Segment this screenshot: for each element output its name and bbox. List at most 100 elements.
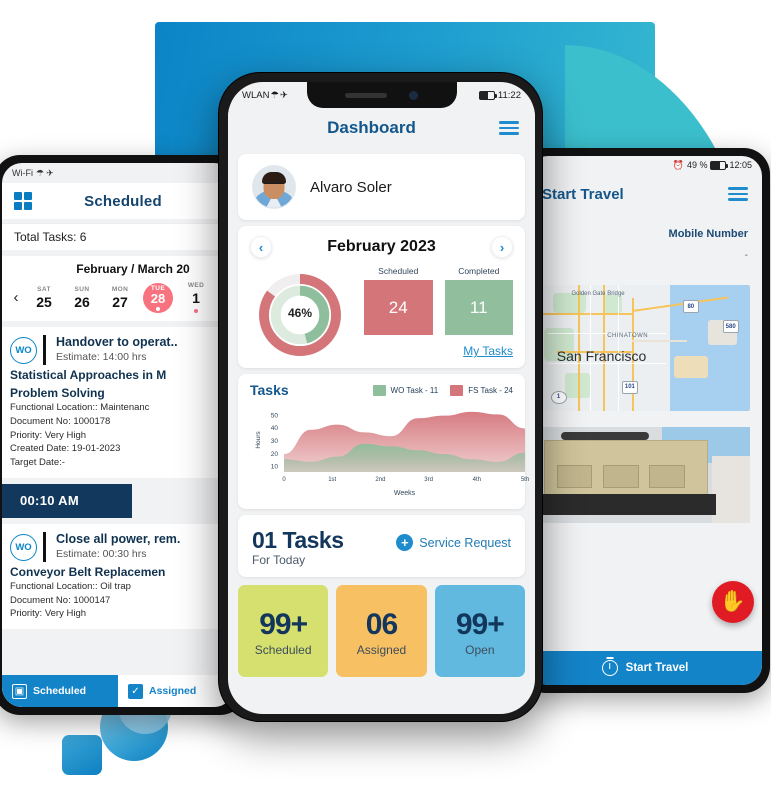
- avatar[interactable]: [252, 165, 296, 209]
- donut-percent-label: 46%: [287, 306, 313, 320]
- photo-grille: [556, 465, 593, 489]
- tile-value-open: 99+: [455, 607, 505, 641]
- calendar-day-dow: MON: [111, 285, 129, 293]
- calendar-day-dow: WED: [187, 282, 205, 289]
- left-calendar-days: ‹ SAT 25 SUN 26 MON 27 TUE 28 WED 1: [2, 276, 234, 315]
- start-travel-button[interactable]: Start Travel: [528, 651, 762, 685]
- profile-name: Alvaro Soler: [310, 178, 392, 196]
- stat-box-scheduled[interactable]: 24: [364, 280, 433, 335]
- mobile-number-field[interactable]: Mobile Number -: [528, 214, 762, 263]
- highway-shield-101: 101: [621, 380, 638, 394]
- right-status-battery: 49 %: [686, 160, 708, 170]
- task-functional-location: Functional Location:: Oil trap: [10, 580, 131, 592]
- phone-center-dashboard: WLAN ☂ ✈ 11:22 Dashboard Alvaro Soler ‹ …: [218, 72, 543, 722]
- stat-box-completed[interactable]: 11: [444, 280, 513, 335]
- hamburger-icon[interactable]: [499, 121, 519, 135]
- legend-item-fs[interactable]: FS Task - 24: [450, 384, 513, 396]
- grid-icon[interactable]: [14, 192, 32, 210]
- task-subtitle-line1: Conveyor Belt Replacemen: [10, 564, 166, 579]
- battery-icon: [478, 90, 497, 100]
- stat-label-completed: Completed: [458, 266, 500, 276]
- highway-shield-1: 1: [550, 390, 567, 404]
- calendar-day[interactable]: WED 1: [178, 282, 214, 313]
- equipment-photo[interactable]: [540, 427, 750, 523]
- right-header: Start Travel: [528, 174, 762, 214]
- calendar-day-num: 27: [112, 293, 128, 310]
- highway-shield-80: 80: [682, 300, 699, 314]
- hamburger-icon[interactable]: [728, 187, 748, 201]
- month-label: February 2023: [327, 238, 436, 255]
- task-document-no: Document No: 1000178: [10, 415, 111, 427]
- service-request-label: Service Request: [419, 535, 511, 550]
- legend-label-wo: WO Task - 11: [390, 385, 439, 395]
- chevron-right-icon[interactable]: ›: [491, 236, 513, 258]
- area-chart-svg: 10 20 30 40 50 Hours 0 1st 2nd 3rd 4th 5th Weeks: [255, 411, 529, 497]
- area-chart: 10 20 30 40 50 Hours 0 1st 2nd 3rd 4th 5th Weeks: [250, 400, 529, 503]
- map-label-city: San Francisco: [556, 348, 647, 364]
- service-request-button[interactable]: + Service Request: [396, 527, 511, 551]
- calendar-icon: ▣: [12, 683, 27, 699]
- map-view[interactable]: 80 580 101 1 Golden Gate Bridge CHINATOW…: [540, 285, 750, 411]
- svg-text:4th: 4th: [473, 477, 481, 483]
- nav-item-scheduled[interactable]: ▣ Scheduled: [2, 675, 118, 707]
- highway-shield-580: 580: [722, 320, 739, 334]
- stop-hand-icon[interactable]: ✋: [712, 581, 754, 623]
- chevron-left-icon[interactable]: ‹: [8, 289, 24, 306]
- legend-item-wo[interactable]: WO Task - 11: [372, 384, 439, 396]
- calendar-day-dot: [194, 309, 198, 313]
- photo-wall: [712, 455, 750, 523]
- tile-label-scheduled: Scheduled: [254, 642, 312, 657]
- calendar-day-dow: SUN: [74, 285, 90, 293]
- task-accent-bar: [43, 335, 46, 365]
- task-title: Close all power, rem.: [56, 531, 181, 546]
- task-card[interactable]: WO Handover to operat.. Estimate: 14:00 …: [2, 327, 234, 478]
- right-status-time: 12:05: [729, 160, 752, 170]
- task-subtitle-line2: Problem Solving: [10, 386, 105, 400]
- tile-scheduled[interactable]: 99+ Scheduled: [238, 585, 329, 677]
- left-calendar-month: February / March 20: [76, 262, 190, 276]
- donut-chart: 46%: [250, 266, 350, 360]
- my-tasks-link[interactable]: My Tasks: [463, 344, 513, 358]
- calendar-day[interactable]: SUN 26: [64, 286, 100, 310]
- chevron-left-icon[interactable]: ‹: [250, 236, 272, 258]
- calendar-day-num: 28: [150, 290, 166, 306]
- alarm-icon: ⏰: [672, 159, 684, 170]
- left-screen: Wi-Fi ☂ ✈ Scheduled Total Tasks: 6 Febru…: [2, 163, 234, 707]
- task-time-chip: 00:10 AM: [2, 483, 132, 518]
- task-title: Handover to operat..: [56, 335, 178, 349]
- left-page-title: Scheduled: [84, 192, 162, 210]
- svg-text:Hours: Hours: [255, 431, 262, 449]
- task-card[interactable]: WO Close all power, rem. Estimate: 00:30…: [2, 523, 234, 630]
- photo-pipe: [561, 431, 650, 441]
- tile-assigned[interactable]: 06 Assigned: [336, 585, 427, 677]
- calendar-day[interactable]: SAT 25: [26, 286, 62, 310]
- battery-icon: [710, 160, 729, 170]
- svg-text:20: 20: [271, 451, 279, 458]
- left-bottom-nav: ▣ Scheduled ✓ Assigned: [2, 675, 234, 707]
- mobile-number-label: Mobile Number: [668, 228, 748, 240]
- start-travel-label: Start Travel: [625, 662, 689, 674]
- nav-item-assigned[interactable]: ✓ Assigned: [118, 675, 234, 707]
- summary-card: ‹ February 2023 › 46% Scheduled 24 Compl…: [238, 226, 525, 368]
- task-estimate: Estimate: 14:00 hrs: [56, 351, 147, 364]
- tile-value-scheduled: 99+: [259, 607, 308, 641]
- calendar-day-dow: SAT: [37, 285, 51, 293]
- airplane-icon: ✈: [279, 89, 288, 101]
- mobile-number-value: -: [744, 250, 748, 261]
- svg-text:30: 30: [271, 438, 279, 445]
- task-target-date: Target Date:-: [10, 457, 65, 469]
- photo-grille: [603, 465, 639, 489]
- calendar-day-selected[interactable]: TUE 28: [140, 282, 176, 313]
- nav-label-scheduled: Scheduled: [33, 685, 87, 697]
- profile-card: Alvaro Soler: [238, 154, 525, 220]
- background-square-decoration: [62, 735, 102, 775]
- page-title: Dashboard: [327, 118, 416, 137]
- calendar-day[interactable]: MON 27: [102, 286, 138, 310]
- work-order-badge: WO: [10, 337, 37, 364]
- svg-text:50: 50: [271, 412, 279, 419]
- tile-open[interactable]: 99+ Open: [434, 585, 525, 677]
- map-label-chinatown: CHINATOWN: [607, 332, 649, 339]
- calendar-day-dot: [156, 306, 160, 311]
- calendar-day-num: 25: [36, 293, 52, 310]
- center-status-time: 11:22: [497, 89, 521, 101]
